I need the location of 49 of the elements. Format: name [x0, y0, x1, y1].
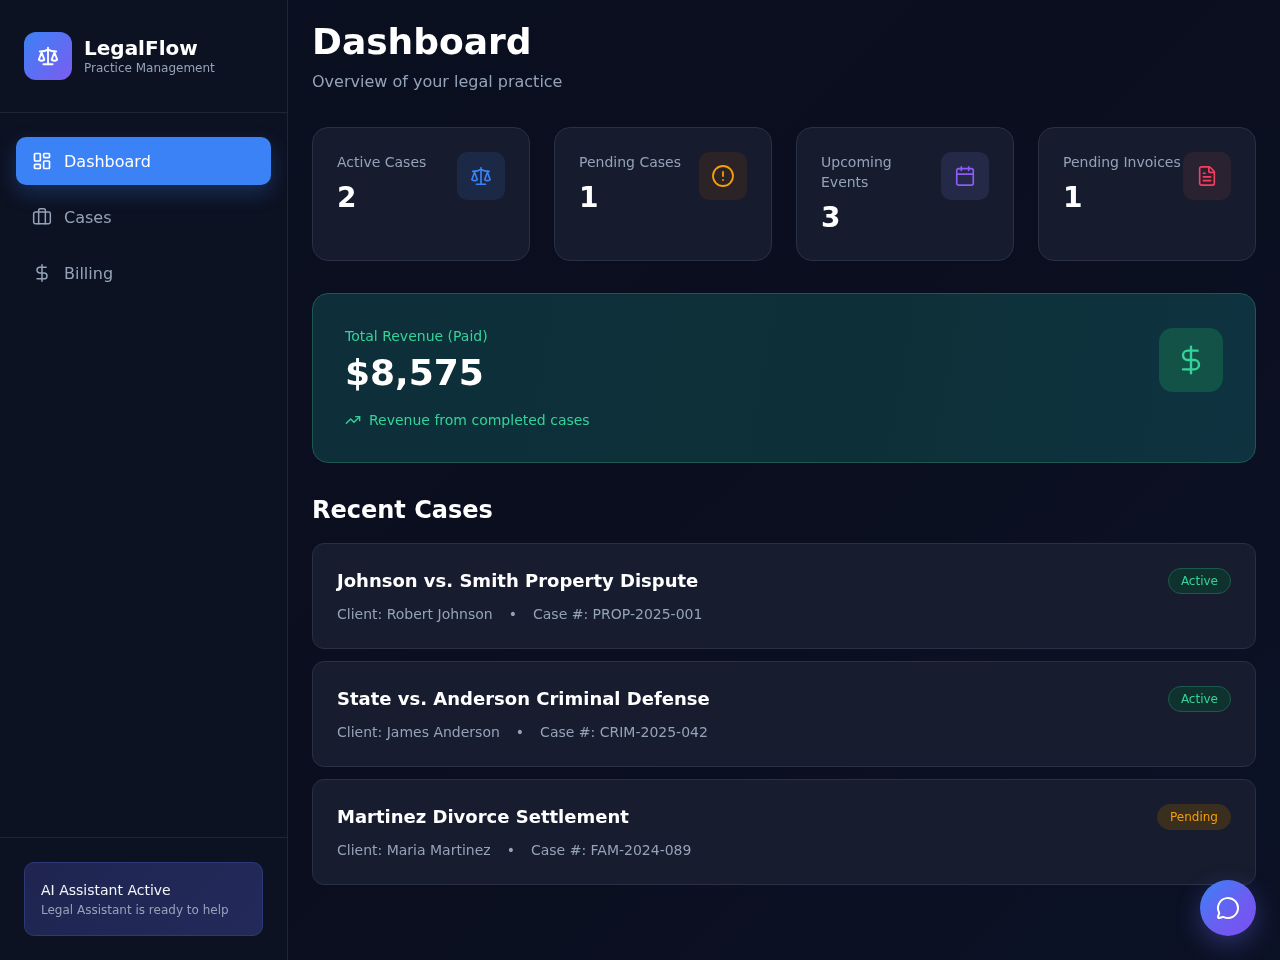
status-badge: Active [1167, 686, 1231, 712]
dollar-tile-icon [1159, 328, 1223, 392]
status-badge: Pending [1157, 804, 1231, 830]
scales-icon [457, 152, 505, 200]
dashboard-icon [32, 151, 52, 171]
case-client: Client: James Anderson [337, 723, 500, 742]
meta-separator: • [506, 841, 515, 860]
case-card[interactable]: State vs. Anderson Criminal Defense Client: James Anderson • Case #: CRIM-2025-042 Active [312, 661, 1256, 767]
document-icon [1183, 152, 1231, 200]
chat-button[interactable] [1200, 880, 1256, 936]
case-number: Case #: FAM-2024-089 [530, 841, 692, 860]
stat-label: Pending Invoices [1063, 153, 1182, 172]
revenue-note: Revenue from completed cases [369, 411, 590, 430]
nav-item[interactable]: Billing [16, 249, 271, 297]
status-badge: Active [1167, 568, 1231, 594]
section-title: Recent Cases [312, 495, 494, 526]
meta-separator: • [508, 605, 517, 624]
calendar-icon [941, 152, 989, 200]
nav-item[interactable]: Cases [16, 193, 271, 241]
stat-label: Active Cases [337, 153, 428, 172]
case-card[interactable]: Johnson vs. Smith Property Dispute Client: Robert Johnson • Case #: PROP-2025-001 Active [312, 543, 1256, 649]
case-title: Martinez Divorce Settlement [337, 805, 630, 829]
assistant-title: AI Assistant Active [41, 881, 172, 900]
stat-label: Upcoming Events [821, 153, 893, 192]
assistant-subtitle: Legal Assistant is ready to help [41, 902, 230, 918]
brand-name: LegalFlow [84, 36, 199, 60]
stat-value: 1 [579, 180, 600, 216]
page-title: Dashboard [312, 20, 533, 64]
case-title: Johnson vs. Smith Property Dispute [337, 569, 700, 593]
brand-tagline: Practice Management [84, 60, 215, 76]
case-number: Case #: PROP-2025-001 [533, 605, 703, 624]
stat-value: 1 [1063, 180, 1084, 216]
case-client: Client: Maria Martinez [337, 841, 491, 860]
case-number: Case #: CRIM-2025-042 [540, 723, 708, 742]
page-subtitle: Overview of your legal practice [312, 71, 564, 93]
case-title: State vs. Anderson Criminal Defense [337, 687, 710, 711]
stat-label: Pending Cases [579, 153, 682, 172]
stat-value: 2 [337, 180, 358, 216]
scales-logo-icon [24, 32, 72, 80]
briefcase-icon [32, 207, 52, 227]
meta-separator: • [515, 723, 525, 742]
alert-icon [699, 152, 747, 200]
case-card[interactable]: Martinez Divorce Settlement Client: Maria Martinez • Case #: FAM-2024-089 Pending [312, 779, 1256, 885]
nav-item[interactable]: Dashboard [16, 137, 271, 185]
case-client: Client: Robert Johnson [337, 605, 493, 624]
chat-bubble-icon [1216, 896, 1240, 920]
stat-value: 3 [821, 200, 842, 236]
revenue-value: $8,575 [345, 351, 485, 395]
revenue-label: Total Revenue (Paid) [345, 327, 489, 346]
